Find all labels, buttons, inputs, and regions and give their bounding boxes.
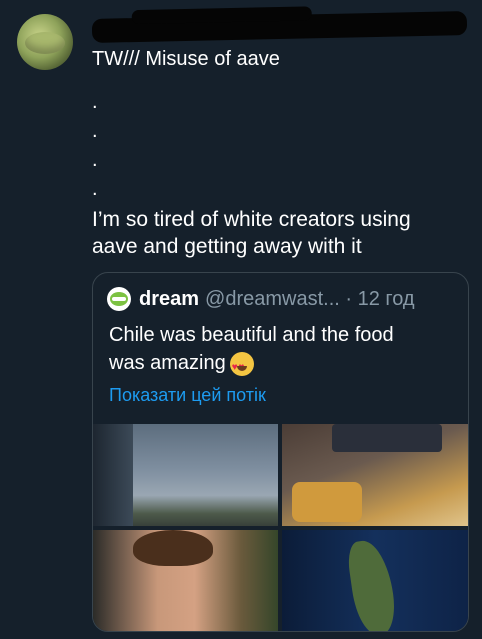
quoted-text-line2: was amazing xyxy=(109,352,226,374)
photo-selfie[interactable] xyxy=(93,530,278,631)
tweet-dots: . . . . xyxy=(92,88,98,204)
quoted-author-handle-time: @dreamwast... · 12 год xyxy=(205,287,415,310)
show-thread-link[interactable]: Показати цей потік xyxy=(109,385,266,406)
tweet-body-line: I’m so tired of white creators using xyxy=(92,208,411,231)
tweet-headline: TW/// Misuse of aave xyxy=(92,48,280,70)
dot-line: . xyxy=(92,91,98,113)
photo-cloudy-sky[interactable] xyxy=(93,424,278,526)
photo-satellite-map[interactable] xyxy=(282,530,468,631)
quoted-tweet-header: dream @dreamwast... · 12 год xyxy=(107,287,415,311)
tweet-body: I’m so tired of white creators using aav… xyxy=(92,206,472,260)
quoted-text-line: Chile was beautiful and the food xyxy=(109,324,394,346)
quoted-author-name[interactable]: dream xyxy=(139,288,199,311)
redacted-author-name xyxy=(91,11,468,43)
dot-line: . xyxy=(92,120,98,142)
quoted-author-avatar[interactable] xyxy=(107,287,131,311)
quoted-tweet-text: Chile was beautiful and the food was ama… xyxy=(109,321,459,382)
dot-line: . xyxy=(92,149,98,171)
quoted-tweet[interactable]: dream @dreamwast... · 12 год Chile was b… xyxy=(92,272,469,632)
tweet-body-line: aave and getting away with it xyxy=(92,235,362,258)
heart-eyes-emoji-icon xyxy=(229,351,254,382)
quoted-text-line: was amazing xyxy=(109,349,459,382)
photo-laptop-food[interactable] xyxy=(282,424,468,526)
author-avatar[interactable] xyxy=(17,14,73,70)
dot-line: . xyxy=(92,178,98,200)
